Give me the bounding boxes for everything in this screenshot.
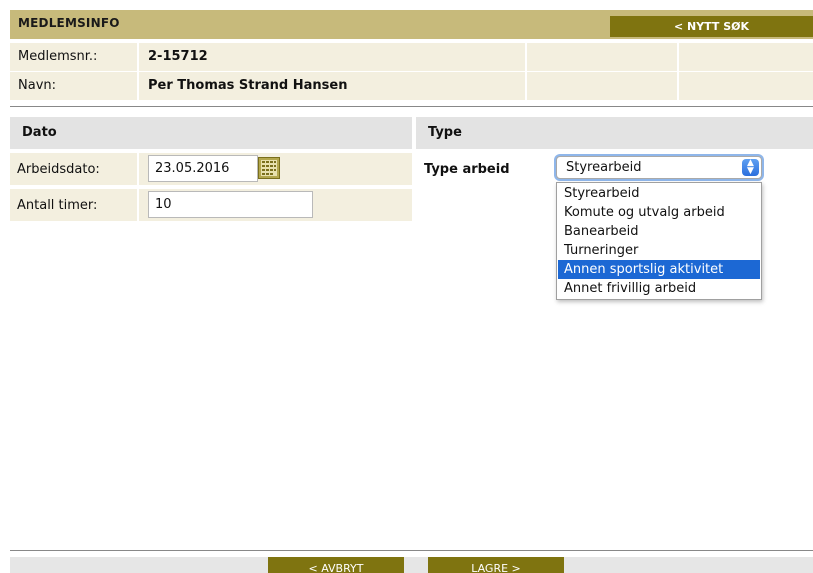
type-section-title: Type [428, 125, 462, 140]
work-type-option[interactable]: Banearbeid [558, 222, 760, 241]
new-search-button[interactable]: < NYTT SØK [610, 16, 813, 37]
cancel-button[interactable]: < AVBRYT [268, 557, 404, 573]
work-type-option[interactable]: Styrearbeid [558, 184, 760, 203]
save-button[interactable]: LAGRE > [428, 557, 564, 573]
empty-cell [679, 72, 813, 100]
work-type-option-highlighted[interactable]: Annen sportslig aktivitet [558, 260, 760, 279]
footer-bar [10, 557, 813, 573]
date-section-header: Dato [10, 117, 412, 149]
hours-row: Antall timer: [10, 189, 412, 221]
member-number-row: Medlemsnr.: 2-15712 [10, 43, 813, 71]
type-section-header: Type [416, 117, 813, 149]
work-date-row: Arbeidsdato: [10, 153, 412, 185]
member-number-value-cell: 2-15712 [139, 43, 525, 71]
work-type-dropdown: Styrearbeid Komute og utvalg arbeid Bane… [556, 182, 762, 300]
member-name-value-cell: Per Thomas Strand Hansen [139, 72, 525, 100]
work-date-value-cell [139, 153, 412, 185]
work-date-label: Arbeidsdato: [17, 162, 100, 177]
hours-label-cell: Antall timer: [10, 189, 137, 221]
work-date-label-cell: Arbeidsdato: [10, 153, 137, 185]
hours-label: Antall timer: [17, 198, 98, 213]
empty-cell [527, 72, 677, 100]
member-number-label: Medlemsnr.: [18, 49, 98, 64]
work-type-label: Type arbeid [424, 162, 510, 177]
member-name-row: Navn: Per Thomas Strand Hansen [10, 72, 813, 100]
hours-input[interactable] [148, 191, 313, 218]
divider [10, 550, 813, 551]
member-name-label: Navn: [18, 78, 57, 93]
work-type-option[interactable]: Turneringer [558, 241, 760, 260]
divider [10, 106, 813, 107]
select-arrows-icon[interactable]: ▲ ▼ [742, 159, 759, 176]
date-section-title: Dato [22, 125, 57, 140]
work-type-select[interactable]: Styrearbeid ▲ ▼ [556, 156, 762, 179]
calendar-icon[interactable] [258, 157, 280, 179]
work-type-selected-value: Styrearbeid [566, 160, 642, 175]
work-type-option[interactable]: Komute og utvalg arbeid [558, 203, 760, 222]
empty-cell [679, 43, 813, 71]
member-number-label-cell: Medlemsnr.: [10, 43, 137, 71]
work-date-input[interactable] [148, 155, 258, 182]
member-name-label-cell: Navn: [10, 72, 137, 100]
work-type-option[interactable]: Annet frivillig arbeid [558, 279, 760, 298]
member-number-value: 2-15712 [148, 49, 208, 64]
hours-value-cell [139, 189, 412, 221]
empty-cell [527, 43, 677, 71]
page-title: MEDLEMSINFO [18, 16, 120, 30]
member-name-value: Per Thomas Strand Hansen [148, 78, 348, 93]
